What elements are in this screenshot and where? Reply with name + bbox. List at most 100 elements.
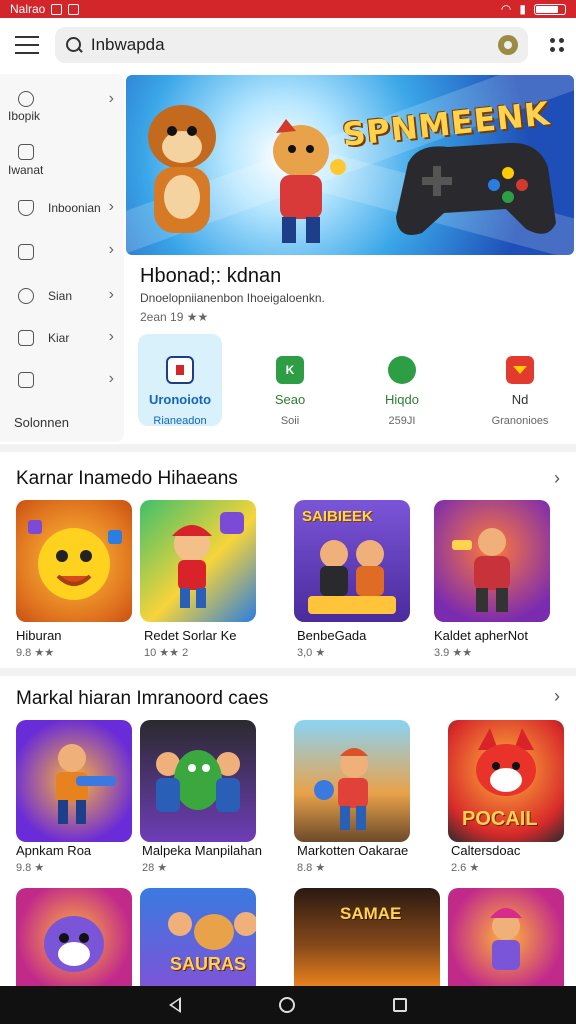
search-icon <box>65 36 83 54</box>
sidebar-item-7[interactable]: › <box>0 370 124 412</box>
tile-rating: 3.9 ★★ <box>434 647 473 659</box>
tile-logo-text: SAMAE <box>340 904 402 923</box>
notification-icon-2 <box>68 3 80 15</box>
sidebar-item-5[interactable]: Sian › <box>0 286 124 326</box>
space-hero-illustration <box>56 744 116 824</box>
dinosaur-squad-illustration <box>156 750 240 812</box>
sidebar-item-label: Ibopik <box>8 109 41 123</box>
tile-rating: 10 ★★ 2 <box>144 647 189 659</box>
tile-logo-text: POCAIL <box>462 808 538 830</box>
tile-rating: 2.6 ★ <box>451 862 480 874</box>
tile-name[interactable]: Hiburan <box>16 628 62 643</box>
quick-action-label: Uronoioto <box>148 392 212 407</box>
sidebar-item-label: Inboonian <box>48 201 101 215</box>
warrior-illustration <box>452 528 510 612</box>
shield-icon <box>18 200 34 216</box>
chevron-right-icon: › <box>108 328 114 345</box>
tile-logo-text: SAIBIEEK <box>302 508 373 525</box>
app-tile[interactable]: SAMAE <box>294 888 440 986</box>
device-icon <box>18 144 34 160</box>
tile-rating: 8.8 ★ <box>297 862 326 874</box>
home-icon[interactable] <box>279 997 295 1013</box>
app-tile[interactable] <box>448 888 564 986</box>
app-tile[interactable] <box>16 720 132 842</box>
chevron-right-icon: › <box>108 286 114 303</box>
quick-action-1[interactable]: Uronoioto Rianeadon <box>138 334 222 427</box>
quick-action-sublabel: Soii <box>280 415 300 427</box>
battery-icon <box>534 3 566 15</box>
tile-name[interactable]: Kaldet apherNot <box>434 628 528 643</box>
tile-rating: 28 ★ <box>142 862 168 874</box>
bear-character-illustration <box>148 105 216 233</box>
status-bar: Nalrao ◠ ▮ <box>0 0 576 18</box>
hero-banner[interactable]: SPNMEENK <box>126 75 574 255</box>
tile-name[interactable]: BenbeGada <box>297 628 366 643</box>
quick-action-sublabel: 259JI <box>388 415 416 427</box>
divider <box>0 444 576 452</box>
sidebar: Ibopik › Iwanat Inboonian › › Sian › Kia… <box>0 74 124 442</box>
sidebar-item-3[interactable]: Inboonian › <box>0 198 124 238</box>
tile-name[interactable]: Redet Sorlar Ke <box>144 628 237 643</box>
chevron-right-icon: › <box>108 198 114 215</box>
carrier-label: Nalrao <box>10 2 46 16</box>
signal-icon: ▮ <box>519 2 526 16</box>
quick-action-2[interactable]: K Seao Soii <box>248 334 332 427</box>
back-icon[interactable] <box>169 997 181 1013</box>
sidebar-item-label: Iwanat <box>8 163 44 177</box>
sidebar-item-6[interactable]: Kiar › <box>0 328 124 370</box>
tile-rating: 9.8 ★★ <box>16 647 55 659</box>
calendar-icon <box>18 330 34 346</box>
sidebar-item-4[interactable]: › <box>0 241 124 282</box>
girl-character-illustration <box>490 908 522 970</box>
voice-search-icon[interactable] <box>498 35 518 55</box>
chevron-right-icon: › <box>108 241 114 258</box>
notification-icon <box>51 3 63 15</box>
sidebar-footer[interactable]: Solonnen <box>14 415 69 430</box>
leaf-icon <box>388 356 416 384</box>
app-tile[interactable] <box>16 500 132 622</box>
quick-action-4[interactable]: Nd Granonioes <box>478 334 562 427</box>
wolf-character-illustration <box>44 916 104 972</box>
tile-name[interactable]: Apnkam Roa <box>16 843 91 858</box>
divider <box>0 668 576 676</box>
wifi-icon: ◠ <box>500 2 512 16</box>
sidebar-item-1[interactable]: Ibopik › <box>0 86 124 126</box>
apps-grid-icon[interactable] <box>550 38 564 52</box>
quick-action-sublabel: Rianeadon <box>153 415 207 427</box>
app-tile[interactable] <box>140 720 256 842</box>
section-title[interactable]: Markal hiaran Imranoord caes <box>16 688 268 710</box>
tile-name[interactable]: Malpeka Manpilahan <box>142 843 262 858</box>
app-icon <box>166 356 194 384</box>
sidebar-item-2[interactable]: Iwanat <box>0 142 124 182</box>
tile-logo-text: SAURAS <box>170 954 247 974</box>
gear-icon <box>18 288 34 304</box>
chevron-right-icon: › <box>108 370 114 387</box>
chevron-right-icon[interactable]: › <box>554 468 560 489</box>
app-icon: K <box>276 356 304 384</box>
store-icon <box>18 244 34 260</box>
quick-action-label: Hiqdo <box>385 392 419 407</box>
section-title[interactable]: Karnar Inamedo Hihaeans <box>16 468 238 490</box>
chevron-right-icon[interactable]: › <box>554 686 560 707</box>
app-tile[interactable] <box>434 500 550 622</box>
app-tile[interactable]: POCAIL <box>448 720 564 842</box>
app-tile[interactable]: SAIBIEEK <box>294 500 410 622</box>
menu-icon[interactable] <box>15 36 39 54</box>
app-tile[interactable] <box>16 888 132 986</box>
app-tile[interactable] <box>294 720 410 842</box>
featured-app-title[interactable]: Hbonad;: kdnan <box>140 265 281 288</box>
tile-name[interactable]: Caltersdoac <box>451 843 520 858</box>
plumber-character-illustration <box>172 512 244 608</box>
recent-apps-icon[interactable] <box>393 998 407 1012</box>
search-input[interactable] <box>90 35 471 55</box>
tile-name[interactable]: Markotten Oakarae <box>297 843 408 858</box>
app-tile[interactable]: SAURAS <box>140 888 256 986</box>
top-app-bar <box>0 18 576 72</box>
app-tile[interactable] <box>140 500 256 622</box>
quick-action-3[interactable]: Hiqdo 259JI <box>360 334 444 427</box>
tile-rating: 3,0 ★ <box>297 647 326 659</box>
search-bar[interactable] <box>54 27 528 63</box>
settings-icon <box>18 91 34 107</box>
featured-app-description: Dnoelopniianenbon Ihoeigaloenkn. <box>140 291 325 305</box>
quick-action-label: Nd <box>511 392 529 407</box>
